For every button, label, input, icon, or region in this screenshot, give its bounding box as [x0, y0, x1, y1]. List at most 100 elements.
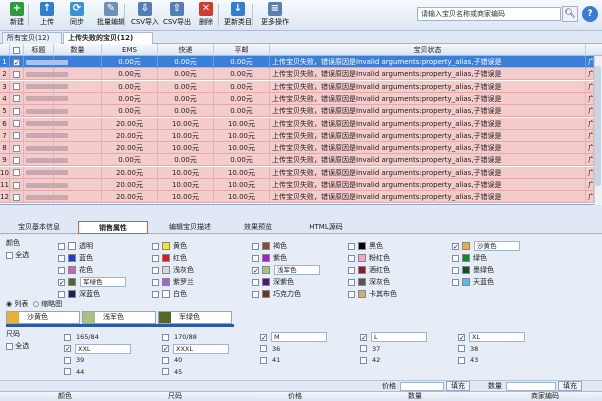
view-toggle[interactable]: ◉ 列表 ○ 缩略图	[6, 300, 62, 309]
color-checkbox[interactable]	[152, 278, 159, 286]
size-checkbox[interactable]	[64, 368, 71, 375]
size-option[interactable]: M	[260, 332, 327, 342]
selected-color-chip[interactable]: 沙黄色	[6, 311, 80, 324]
size-option[interactable]: 43	[458, 355, 478, 365]
row-select-checkbox[interactable]	[13, 70, 20, 78]
size-checkbox[interactable]	[64, 356, 71, 364]
color-alias-input[interactable]: 军绿色	[80, 277, 126, 287]
size-option[interactable]: 40	[162, 355, 182, 365]
color-checkbox[interactable]	[348, 290, 355, 298]
size-checkbox[interactable]	[260, 333, 267, 341]
col-title[interactable]: 标题	[24, 44, 54, 56]
size-option[interactable]: 41	[260, 355, 280, 365]
toolbar-button-batch-edit[interactable]: ✎ 批量编辑	[94, 2, 128, 29]
toolbar-button-csv-import[interactable]: ⇩ CSV导入	[130, 2, 160, 29]
size-checkbox[interactable]	[360, 333, 367, 341]
tab-basic-info[interactable]: 宝贝基本信息	[4, 221, 74, 234]
col-post[interactable]: 平邮	[214, 44, 270, 56]
size-checkbox[interactable]	[458, 345, 465, 352]
size-option[interactable]: XL	[458, 332, 525, 342]
size-checkbox[interactable]	[360, 345, 367, 352]
color-checkbox[interactable]	[348, 266, 355, 274]
tab-preview[interactable]: 效果预览	[228, 221, 288, 234]
size-checkbox[interactable]	[64, 345, 71, 352]
table-row[interactable]: 2 0.00元 0.00元 0.00元 上传宝贝失败，错误原因是Invalid argu…	[0, 68, 602, 81]
size-checkbox[interactable]	[458, 356, 465, 364]
color-checkbox[interactable]	[252, 266, 259, 274]
color-option[interactable]: 白色	[152, 289, 187, 299]
row-checkbox[interactable]	[10, 68, 24, 81]
size-alias-input[interactable]: XXL	[75, 343, 131, 354]
color-checkbox[interactable]	[452, 254, 459, 262]
color-alias-input[interactable]: 沙黄色	[474, 241, 520, 251]
color-checkbox[interactable]	[452, 242, 459, 250]
color-option[interactable]: 沙黄色沙黄色	[452, 241, 520, 251]
price-fill-input[interactable]	[400, 382, 444, 391]
size-checkbox[interactable]	[458, 333, 465, 341]
table-row[interactable]: 7 20.00元 10.00元 10.00元 上传宝贝失败，错误原因是Invalid a…	[0, 129, 602, 142]
row-select-checkbox[interactable]	[13, 83, 20, 91]
size-alias-input[interactable]: XL	[469, 332, 525, 342]
row-select-checkbox[interactable]	[13, 58, 20, 66]
table-row[interactable]: 10.00元0.00元0.00元上传宝贝失败，错误原因是Invalid argu…	[0, 56, 602, 68]
size-checkbox[interactable]	[64, 333, 71, 341]
table-row[interactable]: 5 0.00元 0.00元 0.00元 上传宝贝失败，错误原因是Invalid argu…	[0, 105, 602, 118]
toolbar-button-upload[interactable]: ↑ 上传	[34, 2, 60, 29]
color-option[interactable]: 黑色	[348, 241, 383, 251]
row-checkbox[interactable]	[10, 191, 24, 204]
color-select-all[interactable]: 全选	[6, 250, 29, 260]
color-checkbox[interactable]	[152, 290, 159, 298]
color-option[interactable]: 粉红色	[348, 253, 390, 263]
color-checkbox[interactable]	[348, 278, 355, 286]
tab-edit-description[interactable]: 编辑宝贝描述	[155, 221, 225, 234]
search-button[interactable]: 🔍︎	[562, 6, 578, 22]
row-checkbox[interactable]	[10, 56, 24, 68]
color-option[interactable]: 深灰色	[348, 277, 390, 287]
toolbar-button-more[interactable]: ≡ 更多操作	[258, 2, 292, 29]
color-option[interactable]: 紫罗兰	[152, 277, 194, 287]
color-option[interactable]: 天蓝色	[452, 277, 494, 287]
toolbar-button-csv-export[interactable]: ⇧ CSV导出	[162, 2, 192, 29]
table-row[interactable]: 12 20.00元 10.00元 10.00元 上传宝贝失败，错误原因是Invalid …	[0, 191, 602, 204]
col-qty[interactable]: 数量	[54, 44, 102, 56]
size-option[interactable]: 38	[458, 344, 478, 354]
color-select-all-checkbox[interactable]	[6, 251, 13, 259]
color-option[interactable]: 巧克力色	[252, 289, 301, 299]
size-option[interactable]: XXL	[64, 343, 131, 354]
color-checkbox[interactable]	[252, 254, 259, 262]
help-button[interactable]: ?	[582, 6, 598, 22]
size-option[interactable]: 44	[64, 367, 84, 377]
row-select-checkbox[interactable]	[13, 144, 20, 152]
size-alias-input[interactable]: M	[271, 332, 327, 342]
toolbar-button-new[interactable]: + 新建	[4, 2, 30, 29]
table-row[interactable]: 4 0.00元 0.00元 0.00元 上传宝贝失败，错误原因是Invalid argu…	[0, 92, 602, 105]
col-express[interactable]: 快递	[158, 44, 214, 56]
tab-all-items[interactable]: 所有宝贝(12)	[2, 32, 62, 44]
color-option[interactable]: 浅灰色	[152, 265, 194, 275]
row-checkbox[interactable]	[10, 142, 24, 155]
size-select-all[interactable]: 全选	[6, 341, 29, 351]
color-checkbox[interactable]	[58, 278, 65, 286]
row-checkbox[interactable]	[10, 80, 24, 93]
color-checkbox[interactable]	[152, 254, 159, 262]
grid-scroll-thumb[interactable]	[595, 66, 601, 186]
size-option[interactable]: 170/88	[162, 332, 197, 342]
col-status[interactable]: 宝贝状态	[270, 44, 586, 56]
color-checkbox[interactable]	[58, 266, 65, 274]
size-checkbox[interactable]	[260, 345, 267, 352]
color-option[interactable]: 酒红色	[348, 265, 390, 275]
select-all-checkbox[interactable]	[13, 46, 20, 54]
row-checkbox[interactable]	[10, 117, 24, 130]
row-select-checkbox[interactable]	[13, 107, 20, 115]
color-option[interactable]: 深紫色	[252, 277, 294, 287]
size-checkbox[interactable]	[260, 356, 267, 364]
color-checkbox[interactable]	[348, 254, 355, 262]
color-option[interactable]: 绿色	[452, 253, 487, 263]
color-checkbox[interactable]	[348, 242, 355, 250]
color-option[interactable]: 褐色	[252, 241, 287, 251]
row-select-checkbox[interactable]	[13, 193, 20, 201]
color-checkbox[interactable]	[452, 278, 459, 286]
color-option[interactable]: 军绿色军绿色	[58, 277, 126, 287]
color-option[interactable]: 紫色	[252, 253, 287, 263]
color-checkbox[interactable]	[58, 242, 65, 250]
